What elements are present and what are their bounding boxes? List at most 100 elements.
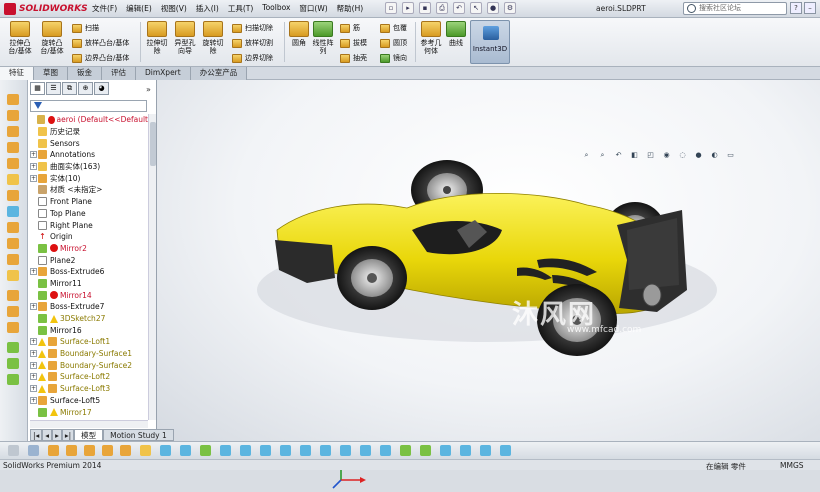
- tree-root[interactable]: aeroi (Default<<Default: [30, 114, 148, 126]
- text-icon[interactable]: [440, 445, 451, 456]
- extrude-boss-button[interactable]: 拉伸凸台/基体: [6, 21, 34, 55]
- tree-item-history[interactable]: 历史记录: [30, 126, 148, 138]
- sweep-button[interactable]: 扫描: [72, 23, 99, 33]
- tree-item-3dsketch27[interactable]: 3DSketch27: [30, 313, 148, 325]
- expand-icon[interactable]: +: [30, 268, 37, 276]
- tree-item-boundary-surface2[interactable]: + Boundary-Surface2: [30, 359, 148, 371]
- tree-item-boss-extrude7[interactable]: + Boss-Extrude7: [30, 301, 148, 313]
- feature-manager-tab-icon[interactable]: ▦: [30, 82, 45, 95]
- boundary-cut-button[interactable]: 边界切除: [232, 53, 273, 63]
- expand-icon[interactable]: +: [30, 350, 37, 358]
- menu-tools[interactable]: 工具(T): [228, 3, 253, 14]
- tree-item-mirror17[interactable]: Mirror17: [30, 406, 148, 418]
- menu-view[interactable]: 视图(V): [161, 3, 187, 14]
- revolve-cut-button[interactable]: 旋转切除: [200, 21, 226, 55]
- centerline-icon[interactable]: [420, 445, 431, 456]
- split-shortcut-icon[interactable]: [7, 306, 19, 317]
- print-icon[interactable]: ⎙: [436, 2, 448, 14]
- fillet-shortcut-icon[interactable]: [7, 174, 19, 185]
- loft-shortcut-icon[interactable]: [7, 142, 19, 153]
- menu-help[interactable]: 帮助(H): [337, 3, 364, 14]
- menu-edit[interactable]: 编辑(E): [126, 3, 152, 14]
- expand-icon[interactable]: +: [30, 174, 37, 182]
- dimxpert-manager-tab-icon[interactable]: ⊕: [78, 82, 93, 95]
- rib-button[interactable]: 筋: [340, 23, 360, 33]
- spline-icon[interactable]: [140, 445, 151, 456]
- curve-shortcut-icon[interactable]: [7, 358, 19, 369]
- tree-item-boundary-surface1[interactable]: + Boundary-Surface1: [30, 348, 148, 360]
- shell-button[interactable]: 抽壳: [340, 53, 367, 63]
- boundary-shortcut-icon[interactable]: [7, 158, 19, 169]
- pattern-icon[interactable]: [220, 445, 231, 456]
- undo-icon[interactable]: ↶: [453, 2, 465, 14]
- rectangle-icon[interactable]: [84, 445, 95, 456]
- tree-item-surface-loft3[interactable]: + Surface-Loft3: [30, 383, 148, 395]
- tab-office-products[interactable]: 办公室产品: [190, 67, 248, 80]
- menu-toolbox[interactable]: Toolbox: [262, 3, 290, 14]
- line-icon[interactable]: [66, 445, 77, 456]
- open-icon[interactable]: ▸: [402, 2, 414, 14]
- tree-item-right-plane[interactable]: Right Plane: [30, 219, 148, 231]
- plane-sketch-icon[interactable]: [460, 445, 471, 456]
- scrollbar-thumb[interactable]: [150, 122, 156, 166]
- revolve-boss-button[interactable]: 旋转凸台/基体: [38, 21, 66, 55]
- tree-item-mirror2[interactable]: Mirror2: [30, 243, 148, 255]
- quick-snaps-icon[interactable]: [300, 445, 311, 456]
- chamfer-sketch-icon[interactable]: [380, 445, 391, 456]
- expand-icon[interactable]: +: [30, 361, 37, 369]
- tree-item-mirror16[interactable]: Mirror16: [30, 324, 148, 336]
- menu-file[interactable]: 文件(F): [92, 3, 117, 14]
- tree-item-origin[interactable]: ↑ Origin: [30, 231, 148, 243]
- shell-shortcut-icon[interactable]: [7, 222, 19, 233]
- tree-item-surface-loft5[interactable]: + Surface-Loft5: [30, 395, 148, 407]
- hole-wizard-button[interactable]: 异型孔向导: [172, 21, 198, 55]
- helix-shortcut-icon[interactable]: [7, 374, 19, 385]
- save-icon[interactable]: ▪: [419, 2, 431, 14]
- construction-icon[interactable]: [340, 445, 351, 456]
- configuration-manager-tab-icon[interactable]: ⧉: [62, 82, 77, 95]
- tree-item-surface-loft2[interactable]: + Surface-Loft2: [30, 371, 148, 383]
- extrude-cut-button[interactable]: 拉伸切除: [144, 21, 170, 55]
- draft-button[interactable]: 拔模: [340, 38, 367, 48]
- help-icon[interactable]: ?: [790, 2, 802, 14]
- expand-icon[interactable]: +: [30, 303, 37, 311]
- tab-motion-study[interactable]: Motion Study 1: [103, 429, 174, 441]
- loft-boss-button[interactable]: 放样凸台/基体: [72, 38, 129, 48]
- instant3d-button[interactable]: Instant3D: [470, 20, 510, 64]
- tab-next-icon[interactable]: ▸: [52, 429, 62, 441]
- tab-dimxpert[interactable]: DimXpert: [136, 67, 191, 80]
- minimize-icon[interactable]: –: [804, 2, 816, 14]
- tree-item-surface-loft1[interactable]: + Surface-Loft1: [30, 336, 148, 348]
- tree-item-boss-extrude6[interactable]: + Boss-Extrude6: [30, 266, 148, 278]
- sweep-shortcut-icon[interactable]: [7, 126, 19, 137]
- display-manager-tab-icon[interactable]: ◕: [94, 82, 109, 95]
- select-icon[interactable]: [28, 445, 39, 456]
- tree-item-mirror14[interactable]: Mirror14: [30, 289, 148, 301]
- convert-entities-icon[interactable]: [480, 445, 491, 456]
- new-icon[interactable]: ▫: [385, 2, 397, 14]
- expand-icon[interactable]: +: [30, 163, 37, 171]
- tab-features[interactable]: 特征: [0, 67, 34, 80]
- tab-last-icon[interactable]: ▸|: [61, 429, 75, 441]
- tree-item-solid-bodies[interactable]: + 实体(10): [30, 172, 148, 184]
- tab-sketch[interactable]: 草图: [34, 67, 68, 80]
- tree-filter-input[interactable]: [30, 100, 147, 112]
- tree-horizontal-scrollbar[interactable]: [30, 420, 148, 428]
- combine-shortcut-icon[interactable]: [7, 322, 19, 333]
- lofted-cut-button[interactable]: 放样切割: [232, 38, 273, 48]
- linear-pattern-button[interactable]: 线性阵列: [312, 21, 334, 55]
- mirror-button[interactable]: 镜向: [380, 53, 407, 63]
- revolve-shortcut-icon[interactable]: [7, 110, 19, 121]
- expand-icon[interactable]: +: [30, 396, 37, 404]
- menu-window[interactable]: 窗口(W): [299, 3, 327, 14]
- car-model[interactable]: [157, 80, 820, 442]
- rapid-sketch-icon[interactable]: [320, 445, 331, 456]
- tree-item-plane2[interactable]: Plane2: [30, 254, 148, 266]
- boundary-boss-button[interactable]: 边界凸台/基体: [72, 53, 129, 63]
- mirror-entities-icon[interactable]: [200, 445, 211, 456]
- tree-item-sensors[interactable]: Sensors: [30, 137, 148, 149]
- trim-icon[interactable]: [160, 445, 171, 456]
- dome-button[interactable]: 圆顶: [380, 38, 407, 48]
- fillet-sketch-icon[interactable]: [360, 445, 371, 456]
- tree-item-top-plane[interactable]: Top Plane: [30, 208, 148, 220]
